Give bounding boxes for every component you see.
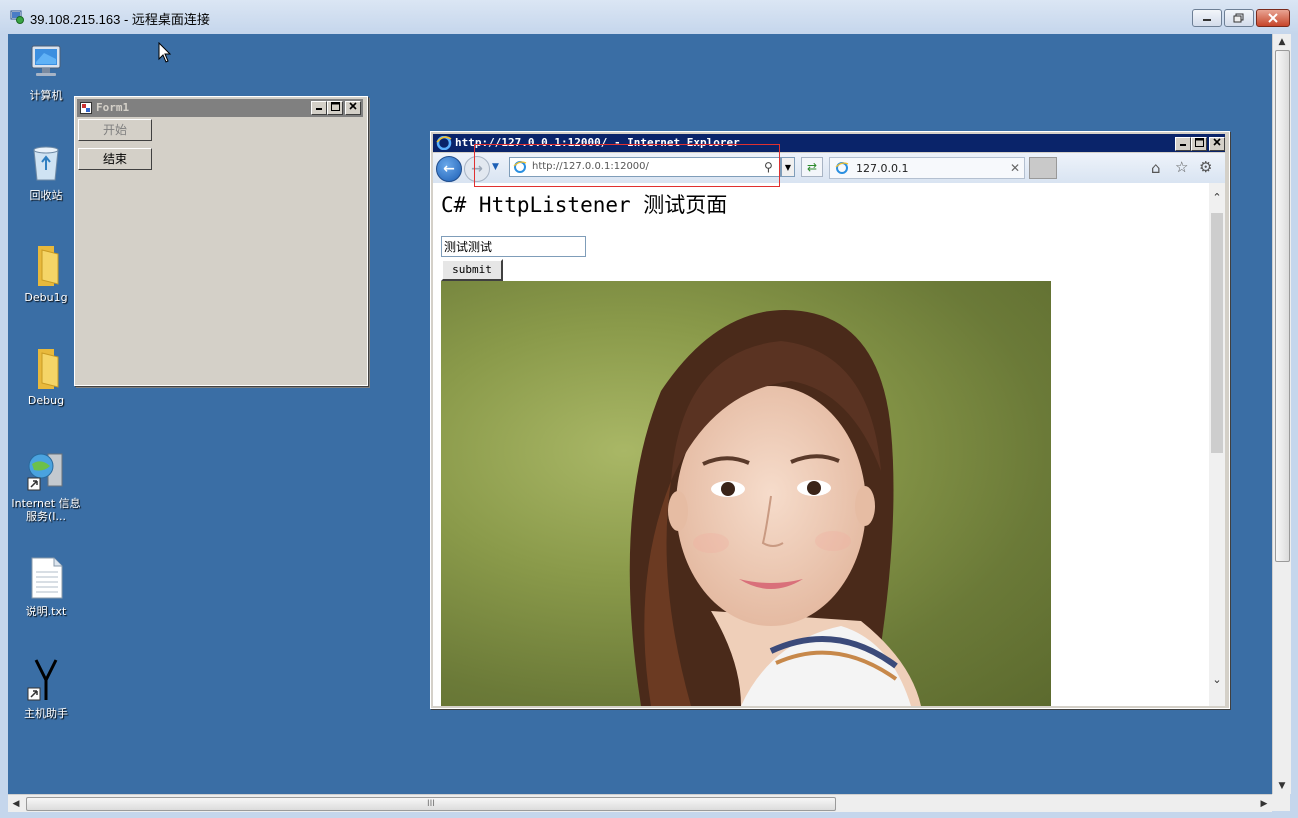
desktop-icon-debu1g[interactable]: Debu1g [8,242,84,304]
form-app-icon [80,102,92,114]
computer-icon [31,45,61,76]
start-button[interactable]: 开始 [78,119,152,141]
ie-minimize-button[interactable] [1175,137,1191,151]
restore-icon [1233,13,1244,23]
minimize-icon [1203,19,1211,21]
ie-logo-icon [436,136,452,150]
scroll-right-arrow-icon[interactable]: ▶ [1256,795,1272,812]
desktop-icon-recycle-bin[interactable]: 回收站 [8,140,84,202]
scroll-left-arrow-icon[interactable]: ◀ [8,795,24,812]
desktop-icon-label: 主机助手 [24,707,68,720]
page-heading: C# HttpListener 测试页面 [441,193,728,217]
rdp-window-title: 39.108.215.163 - 远程桌面连接 [30,12,210,27]
scroll-thumb[interactable] [1275,50,1290,562]
desktop-icon-label: 回收站 [29,189,63,202]
portrait-illustration [629,310,921,706]
rdp-vertical-scrollbar[interactable]: ▲ ▼ [1272,34,1291,794]
submit-button[interactable]: submit [441,259,503,281]
form1-close-button[interactable] [345,101,361,115]
close-icon [349,102,357,110]
text-file-icon [31,557,63,599]
rdp-titlebar: 39.108.215.163 - 远程桌面连接 [0,0,1298,35]
portrait-photo [441,281,1051,706]
form1-maximize-button[interactable] [327,101,343,115]
desktop-icon-label: Internet 信息服务(I... [11,497,81,523]
desktop-icon-label: Debug [27,394,65,407]
form1-title: Form1 [96,101,130,114]
desktop-icon-debug[interactable]: Debug [8,345,84,407]
ie-vertical-scrollbar[interactable]: ⌃ ⌄ [1209,183,1225,706]
minimize-icon [1180,144,1186,146]
back-button[interactable]: ← [436,156,462,182]
maximize-icon [330,102,340,111]
host-assistant-icon [27,659,58,701]
tab-close-icon[interactable]: ✕ [1010,161,1020,175]
rdp-horizontal-scrollbar[interactable]: ◀ III ▶ [8,794,1272,812]
tab-label: 127.0.0.1 [856,162,909,175]
desktop-icon-readme-txt[interactable]: 说明.txt [8,556,84,618]
scroll-thumb[interactable] [1211,213,1223,453]
rdp-frame-left [0,34,8,811]
tab-current[interactable]: 127.0.0.1 ✕ [829,157,1025,179]
desktop-icon-host-assistant[interactable]: 主机助手 [8,658,84,720]
iis-manager-icon [27,453,63,491]
desktop-icon-label: 计算机 [29,89,63,102]
back-arrow-icon: ← [443,161,455,177]
desktop-icon-iis[interactable]: Internet 信息服务(I... [8,448,84,523]
scroll-up-arrow-icon[interactable]: ⌃ [1209,191,1225,204]
scroll-down-arrow-icon[interactable]: ▼ [1273,778,1291,794]
folder-icon [38,246,59,286]
desktop-icon-computer[interactable]: 计算机 [8,40,84,102]
rdp-close-button[interactable] [1256,9,1290,27]
close-icon [1213,138,1221,146]
desktop-icon-label: 说明.txt [25,605,67,618]
ie-page-icon [835,162,849,174]
tools-gear-icon[interactable]: ⚙ [1199,158,1212,176]
home-icon[interactable]: ⌂ [1151,159,1161,177]
address-highlight-box [474,144,780,187]
ie-close-button[interactable] [1209,137,1225,151]
scroll-thumb[interactable]: III [26,797,836,811]
mouse-cursor-icon [158,42,172,63]
recycle-bin-icon [33,146,59,181]
refresh-button[interactable]: ⇄ [801,157,823,177]
desktop-icon-label: Debu1g [24,291,68,304]
end-button[interactable]: 结束 [78,148,152,170]
remote-desktop-icon [10,10,24,24]
scrollbar-corner [1272,794,1290,811]
rdp-restore-button[interactable] [1224,9,1254,27]
maximize-icon [1194,138,1204,147]
minimize-icon [316,108,322,110]
scroll-up-arrow-icon[interactable]: ▲ [1273,34,1291,50]
scroll-down-arrow-icon[interactable]: ⌄ [1209,673,1225,686]
folder-icon [38,349,59,389]
text-input[interactable] [441,236,586,257]
ie-maximize-button[interactable] [1191,137,1207,151]
ie-window: http://127.0.0.1:12000/ - Internet Explo… [430,131,1230,709]
page-content: C# HttpListener 测试页面 submit [433,183,1209,706]
refresh-icon: ⇄ [806,160,818,174]
rdp-minimize-button[interactable] [1192,9,1222,27]
remote-desktop: 计算机 回收站 Debu1g Debug Internet 信息服务(I... … [8,34,1272,794]
chevron-down-icon: ▼ [784,162,792,172]
scroll-grip: III [427,799,435,809]
form1-titlebar[interactable]: Form1 [77,99,363,117]
favorites-star-icon[interactable]: ☆ [1175,158,1188,176]
form1-window: Form1 开始 结束 [74,96,368,386]
rdp-frame-bottom [0,811,1298,818]
close-icon [1268,13,1278,23]
address-dropdown-button[interactable]: ▼ [781,157,795,177]
rdp-frame-right [1290,34,1298,818]
form1-minimize-button[interactable] [311,101,327,115]
new-tab-button[interactable] [1029,157,1057,179]
